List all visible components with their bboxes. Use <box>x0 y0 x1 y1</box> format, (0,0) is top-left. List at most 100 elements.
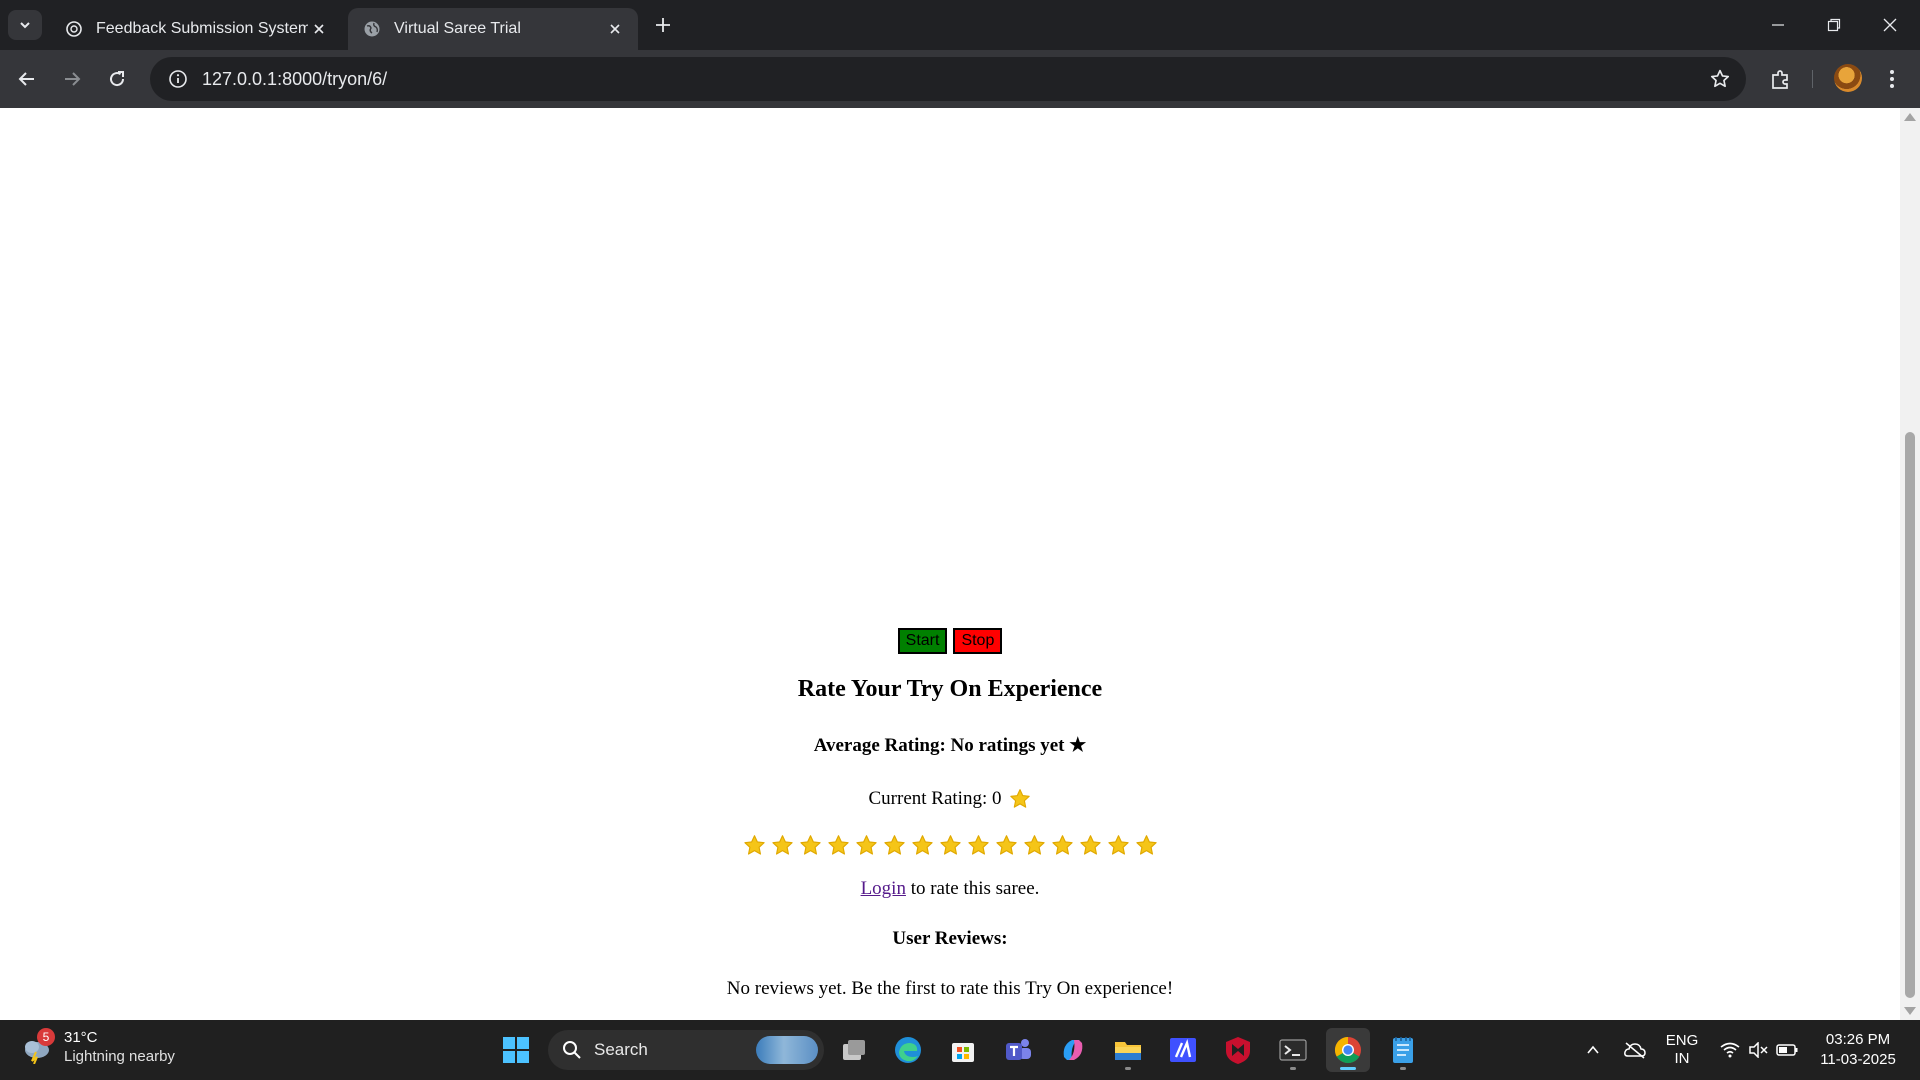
edge-icon <box>895 1037 921 1063</box>
new-tab-button[interactable] <box>650 12 676 38</box>
chevron-up-icon <box>1587 1045 1599 1054</box>
chrome-app[interactable] <box>1326 1028 1370 1072</box>
start-button[interactable]: Start <box>897 628 948 654</box>
teams-icon <box>1006 1039 1031 1060</box>
site-info-icon[interactable] <box>156 57 200 101</box>
chrome-icon <box>1334 1036 1361 1064</box>
page-viewport: Start Stop Rate Your Try On Experience A… <box>0 108 1900 1020</box>
reviews-heading: User Reviews: <box>892 928 1008 949</box>
mcafee-app[interactable] <box>1216 1028 1260 1072</box>
terminal-app[interactable] <box>1271 1028 1315 1072</box>
language-code: ENG <box>1665 1032 1699 1049</box>
page-scrollbar[interactable] <box>1900 108 1920 1020</box>
toolbar-divider <box>1812 70 1813 88</box>
close-icon <box>1883 18 1897 32</box>
scroll-up-arrow[interactable] <box>1904 113 1916 121</box>
forward-button[interactable] <box>57 64 87 94</box>
rating-star-3[interactable] <box>799 834 822 857</box>
login-prompt: Login to rate this saree. <box>0 878 1900 900</box>
close-icon[interactable] <box>308 18 330 40</box>
url-text[interactable]: 127.0.0.1:8000/tryon/6/ <box>202 69 387 90</box>
onedrive-tray-icon[interactable] <box>1618 1020 1652 1080</box>
rating-star-15[interactable] <box>1135 834 1158 857</box>
start-menu-button[interactable] <box>494 1028 538 1072</box>
taskbar-search[interactable]: Search <box>548 1030 824 1070</box>
search-highlight-image <box>756 1036 818 1064</box>
task-view-button[interactable] <box>832 1028 876 1072</box>
address-bar[interactable]: 127.0.0.1:8000/tryon/6/ <box>150 57 1746 101</box>
search-label: Search <box>594 1040 648 1059</box>
rating-star-9[interactable] <box>967 834 990 857</box>
rating-star-13[interactable] <box>1079 834 1102 857</box>
rating-star-8[interactable] <box>939 834 962 857</box>
star-icon <box>1010 789 1031 808</box>
rating-star-1[interactable] <box>743 834 766 857</box>
close-icon[interactable] <box>604 18 626 40</box>
arrow-right-icon <box>65 72 81 86</box>
clock[interactable]: 03:26 PM 11-03-2025 <box>1808 1030 1908 1070</box>
rating-star-7[interactable] <box>911 834 934 857</box>
file-explorer-app[interactable] <box>1106 1028 1150 1072</box>
running-indicator <box>1125 1067 1131 1070</box>
clock-date: 11-03-2025 <box>1820 1051 1896 1068</box>
weather-icon: 5 <box>20 1028 55 1065</box>
profile-avatar[interactable] <box>1834 64 1862 92</box>
scroll-down-arrow[interactable] <box>1904 1007 1916 1015</box>
restore-icon <box>1827 18 1841 32</box>
copilot-app[interactable] <box>1051 1028 1095 1072</box>
no-reviews-message: No reviews yet. Be the first to rate thi… <box>726 978 1174 999</box>
browser-toolbar: 127.0.0.1:8000/tryon/6/ <box>0 50 1920 108</box>
minimize-icon <box>1772 24 1784 26</box>
copilot-icon <box>1063 1040 1083 1060</box>
minimize-button[interactable] <box>1750 0 1806 50</box>
running-indicator <box>1400 1067 1406 1070</box>
scroll-thumb[interactable] <box>1905 432 1915 998</box>
rating-star-10[interactable] <box>995 834 1018 857</box>
rating-star-2[interactable] <box>771 834 794 857</box>
plus-icon <box>656 18 670 32</box>
login-link[interactable]: Login <box>861 878 906 899</box>
tab-feedback-submission[interactable]: Feedback Submission System <box>50 8 342 50</box>
running-indicator <box>1340 1067 1356 1070</box>
tab-strip: Feedback Submission System Virtual Saree… <box>0 0 1920 50</box>
rating-star-12[interactable] <box>1051 834 1074 857</box>
chatgpt-icon <box>64 19 84 39</box>
taskbar: 5 31°C Lightning nearby Search ENG IN 03… <box>0 1020 1920 1080</box>
browser-menu-button[interactable] <box>1880 64 1904 94</box>
quick-settings[interactable] <box>1714 1020 1804 1080</box>
tab-title: Virtual Saree Trial <box>394 20 521 37</box>
bookmark-star-icon[interactable] <box>1708 67 1732 91</box>
notepad-app[interactable] <box>1381 1028 1425 1072</box>
edge-app[interactable] <box>886 1028 930 1072</box>
language-indicator[interactable]: ENG IN <box>1660 1020 1704 1080</box>
show-hidden-icons-button[interactable] <box>1576 1020 1610 1080</box>
arrow-left-icon <box>18 72 34 86</box>
rating-star-4[interactable] <box>827 834 850 857</box>
current-rating: Current Rating: 0 <box>0 788 1900 810</box>
windows-icon <box>503 1037 529 1063</box>
rating-star-11[interactable] <box>1023 834 1046 857</box>
close-window-button[interactable] <box>1862 0 1918 50</box>
extensions-button[interactable] <box>1766 64 1796 94</box>
rating-star-6[interactable] <box>883 834 906 857</box>
weather-widget[interactable]: 5 31°C Lightning nearby <box>20 1028 175 1066</box>
stop-button[interactable]: Stop <box>953 628 1003 654</box>
vscode-app[interactable] <box>1161 1028 1205 1072</box>
store-app[interactable] <box>941 1028 985 1072</box>
star-rating-selector <box>0 834 1900 857</box>
average-rating: Average Rating: No ratings yet ★ <box>813 735 1087 756</box>
reload-button[interactable] <box>102 64 132 94</box>
shield-icon <box>1226 1037 1250 1064</box>
rating-star-5[interactable] <box>855 834 878 857</box>
task-view-icon <box>843 1040 865 1060</box>
tab-virtual-saree-trial[interactable]: Virtual Saree Trial <box>348 8 638 50</box>
back-button[interactable] <box>12 64 42 94</box>
teams-app[interactable] <box>996 1028 1040 1072</box>
restore-button[interactable] <box>1806 0 1862 50</box>
cloud-offline-icon <box>1624 1042 1646 1059</box>
reload-icon <box>110 71 125 87</box>
tab-search-button[interactable] <box>8 10 42 40</box>
login-prompt-text: to rate this saree. <box>905 878 1040 899</box>
folder-icon <box>1115 1042 1141 1060</box>
rating-star-14[interactable] <box>1107 834 1130 857</box>
